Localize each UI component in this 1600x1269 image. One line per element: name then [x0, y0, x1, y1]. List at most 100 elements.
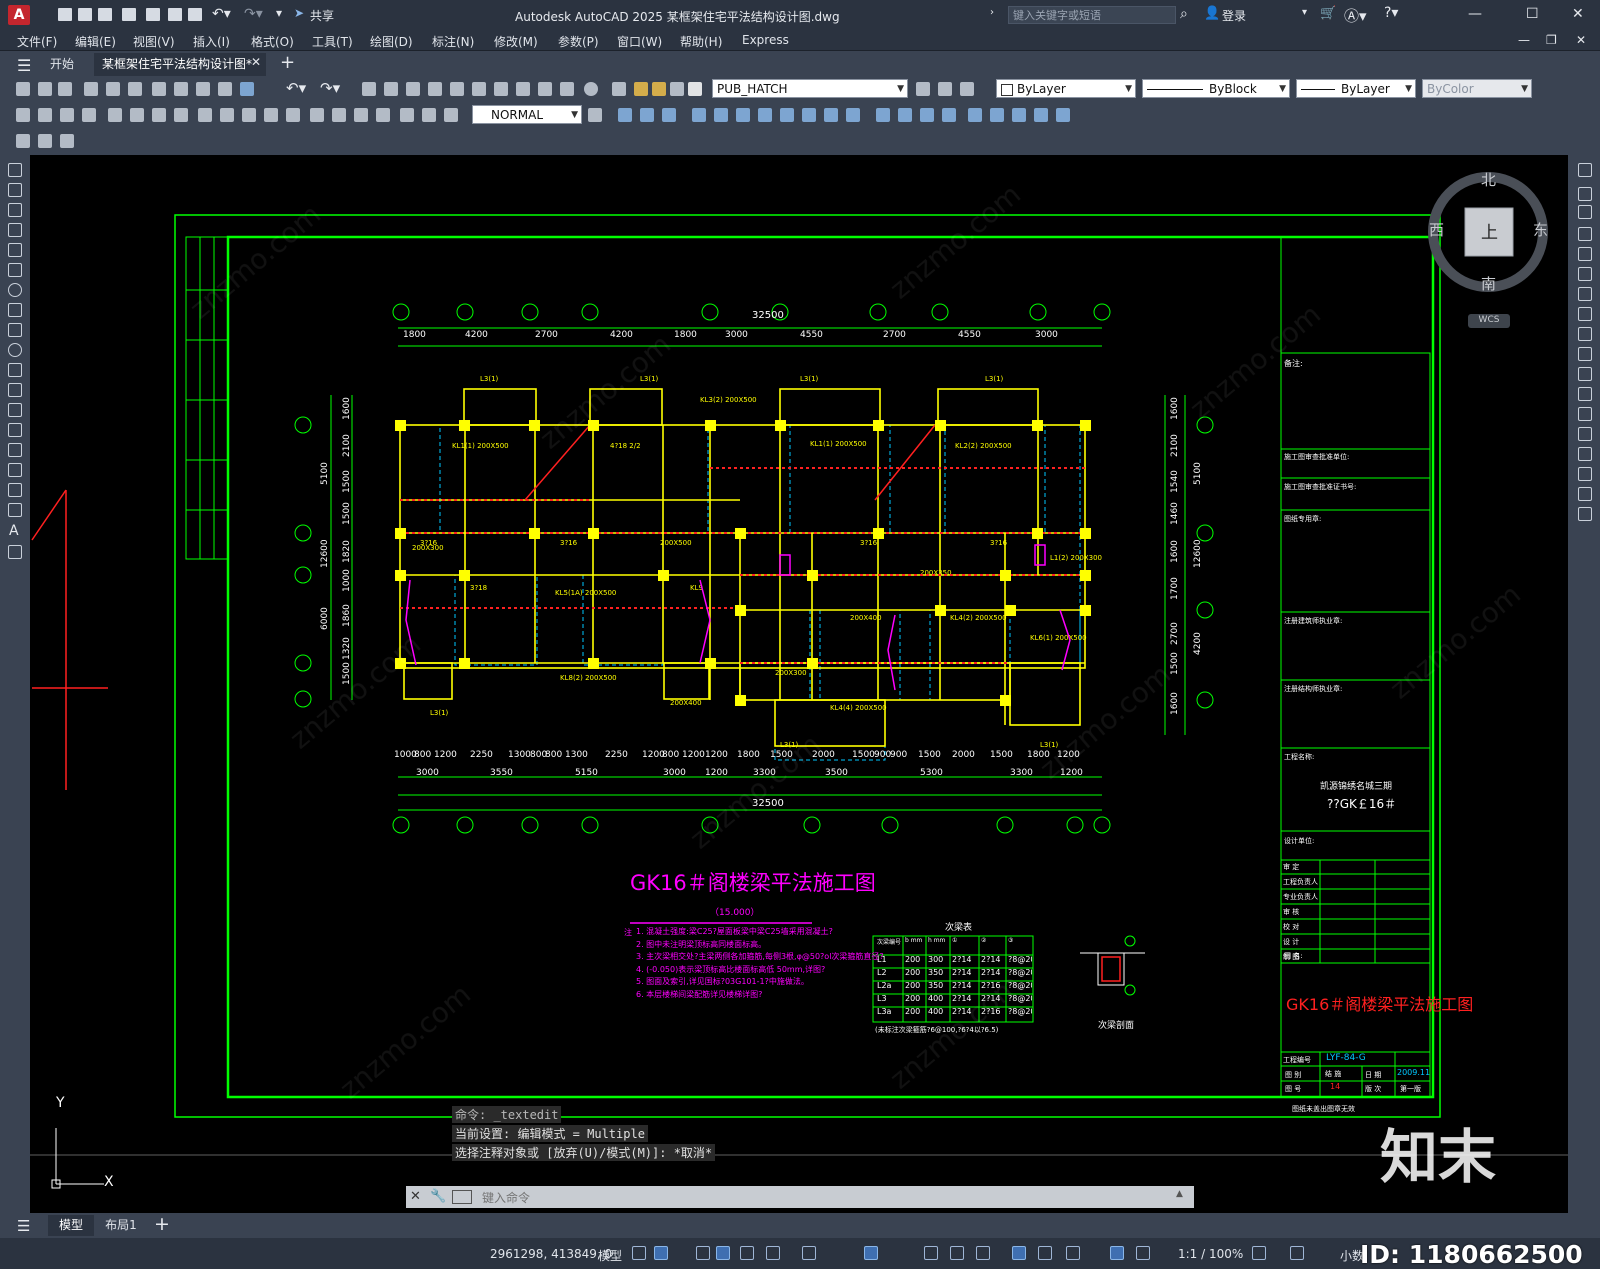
arc-icon[interactable]	[8, 263, 22, 277]
shaded-icon[interactable]	[898, 108, 912, 122]
subtract-icon[interactable]	[780, 108, 794, 122]
extend-icon[interactable]	[1578, 367, 1592, 381]
polygon-icon[interactable]	[8, 223, 22, 237]
ellipse-icon[interactable]	[8, 343, 22, 357]
layer-walk-icon[interactable]	[60, 134, 74, 148]
match-prop-icon[interactable]	[218, 82, 232, 96]
copy-object-icon[interactable]	[1578, 187, 1592, 201]
array-icon[interactable]	[1578, 247, 1592, 261]
box-icon[interactable]	[618, 108, 632, 122]
solid-edit-icon[interactable]	[824, 108, 838, 122]
ucs-face-icon[interactable]	[1012, 108, 1026, 122]
tab-layout1[interactable]: 布局1	[98, 1215, 144, 1236]
zoom-window-icon[interactable]	[406, 82, 420, 96]
help-search-input[interactable]: 键入关键字或短语	[1008, 6, 1176, 24]
polar-icon[interactable]	[716, 1246, 730, 1260]
revolve-icon[interactable]	[714, 108, 728, 122]
quick-dim-icon[interactable]	[198, 108, 212, 122]
close-command-icon[interactable]: ✕	[410, 1189, 421, 1204]
layout-menu-icon[interactable]: ☰	[17, 1217, 30, 1235]
dim-update-icon[interactable]	[444, 108, 458, 122]
share-icon[interactable]: ➤	[294, 6, 304, 20]
dim-space-icon[interactable]	[264, 108, 278, 122]
share-button[interactable]: 共享	[310, 7, 334, 24]
make-block-icon[interactable]	[8, 403, 22, 417]
paste-icon[interactable]	[196, 82, 210, 96]
lineweight-dropdown[interactable]: ByLayer ▼	[1296, 79, 1416, 98]
table-icon[interactable]	[8, 503, 22, 517]
layer-properties-icon[interactable]	[612, 82, 626, 96]
wcs-button[interactable]	[1468, 314, 1510, 328]
object-track-icon[interactable]	[766, 1246, 780, 1260]
menu-window[interactable]: 窗口(W)	[617, 33, 662, 50]
menu-format[interactable]: 格式(O)	[251, 33, 294, 50]
layer-on-icon[interactable]	[634, 82, 648, 96]
add-selected-icon[interactable]	[8, 545, 22, 559]
gradient-icon[interactable]	[8, 463, 22, 477]
login-button[interactable]: 登录	[1222, 7, 1246, 24]
publish-icon[interactable]	[128, 82, 142, 96]
spline-icon[interactable]	[8, 323, 22, 337]
menu-insert[interactable]: 插入(I)	[193, 33, 230, 50]
open-web-icon[interactable]	[146, 8, 160, 21]
user-icon[interactable]: 👤	[1204, 6, 1220, 21]
rectangle-icon[interactable]	[8, 243, 22, 257]
plot-icon[interactable]	[84, 82, 98, 96]
revcloud-icon[interactable]	[8, 303, 22, 317]
scale-icon[interactable]	[1578, 307, 1592, 321]
help-icon[interactable]	[584, 82, 598, 96]
dim-diameter-icon[interactable]	[152, 108, 166, 122]
slice-icon[interactable]	[736, 108, 750, 122]
line-icon[interactable]	[8, 163, 22, 177]
union-icon[interactable]	[758, 108, 772, 122]
minimize-button[interactable]: —	[1468, 6, 1482, 22]
add-layout-button[interactable]: +	[154, 1213, 170, 1235]
dim-linear-icon[interactable]	[16, 108, 30, 122]
customize-qat-icon[interactable]: ▾	[276, 6, 282, 20]
workspace-switch-icon[interactable]	[1252, 1246, 1266, 1260]
erase-icon[interactable]	[1578, 163, 1592, 177]
autocad-logo-icon[interactable]: A	[8, 5, 30, 25]
search-expand-icon[interactable]: ›	[990, 7, 994, 18]
maximize-button[interactable]: ☐	[1526, 6, 1539, 22]
extrude-icon[interactable]	[692, 108, 706, 122]
preview-icon[interactable]	[106, 82, 120, 96]
dimstyle-dropdown[interactable]: NORMAL ▼	[472, 105, 582, 124]
isodraft-icon[interactable]	[740, 1246, 754, 1260]
calculator-icon[interactable]	[560, 82, 574, 96]
grid-icon[interactable]	[632, 1246, 646, 1260]
circle-icon[interactable]	[8, 283, 22, 297]
viewcube[interactable]	[1428, 172, 1548, 292]
dim-arc-icon[interactable]	[60, 108, 74, 122]
toolbar-lock-icon[interactable]	[38, 134, 52, 148]
block-editor-icon[interactable]	[240, 82, 254, 96]
tool-palettes-icon[interactable]	[494, 82, 508, 96]
search-icon[interactable]: ⌕	[1180, 6, 1188, 22]
menu-express[interactable]: Express	[742, 33, 789, 47]
menu-file[interactable]: 文件(F)	[17, 33, 57, 50]
cut-icon[interactable]	[152, 82, 166, 96]
ucs-icon[interactable]	[968, 108, 982, 122]
menu-view[interactable]: 视图(V)	[133, 33, 175, 50]
undo-icon[interactable]: ↶▾	[286, 79, 306, 97]
menu-dimension[interactable]: 标注(N)	[432, 33, 474, 50]
color-dropdown[interactable]: ByLayer ▼	[996, 79, 1136, 98]
point-icon[interactable]	[8, 423, 22, 437]
visual-style-icon[interactable]	[876, 108, 890, 122]
workspace-icon[interactable]	[16, 134, 30, 148]
pan-icon[interactable]	[362, 82, 376, 96]
sheet-set-icon[interactable]	[516, 82, 530, 96]
new-tab-button[interactable]: +	[280, 52, 295, 73]
properties-icon[interactable]	[450, 82, 464, 96]
layer-lock-icon[interactable]	[670, 82, 684, 96]
layer-freeze-icon[interactable]	[652, 82, 666, 96]
auto-scale-icon[interactable]	[1136, 1246, 1150, 1260]
save-icon[interactable]	[58, 82, 72, 96]
trim-icon[interactable]	[1578, 347, 1592, 361]
move-icon[interactable]	[1578, 267, 1592, 281]
fillet-icon[interactable]	[1578, 467, 1592, 481]
ucs-view-icon[interactable]	[1034, 108, 1048, 122]
menu-edit[interactable]: 编辑(E)	[75, 33, 116, 50]
menu-icon[interactable]: ☰	[17, 56, 31, 75]
command-expand-icon[interactable]: ▲	[1176, 1189, 1183, 1199]
